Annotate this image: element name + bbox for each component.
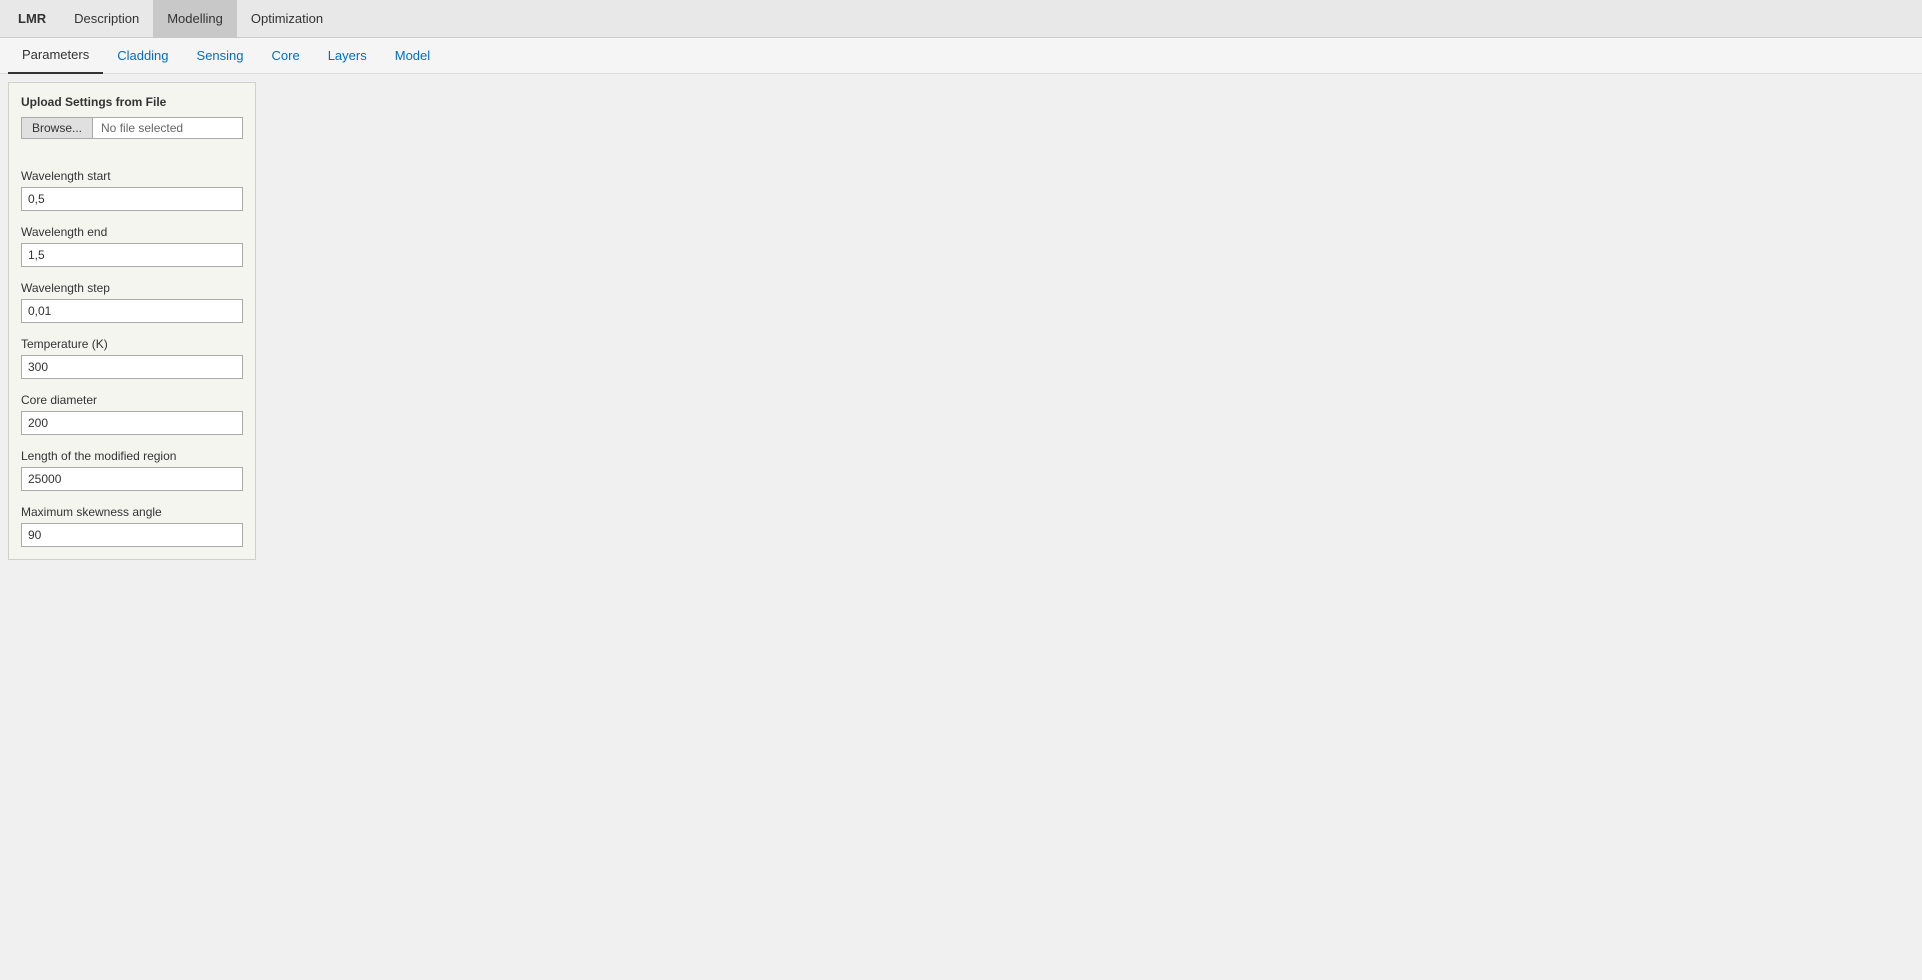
tab-cladding[interactable]: Cladding bbox=[103, 38, 182, 74]
temperature-label: Temperature (K) bbox=[21, 337, 243, 351]
browse-button[interactable]: Browse... bbox=[21, 117, 93, 139]
skewness-angle-label: Maximum skewness angle bbox=[21, 505, 243, 519]
modified-region-length-label: Length of the modified region bbox=[21, 449, 243, 463]
divider-1 bbox=[21, 143, 243, 155]
wavelength-end-label: Wavelength end bbox=[21, 225, 243, 239]
tab-model[interactable]: Model bbox=[381, 38, 444, 74]
modified-region-length-group: Length of the modified region bbox=[21, 449, 243, 491]
wavelength-start-label: Wavelength start bbox=[21, 169, 243, 183]
tab-sensing[interactable]: Sensing bbox=[183, 38, 258, 74]
tab-bar: Parameters Cladding Sensing Core Layers … bbox=[0, 38, 1922, 74]
wavelength-end-input[interactable] bbox=[21, 243, 243, 267]
nav-description[interactable]: Description bbox=[60, 0, 153, 38]
wavelength-step-input[interactable] bbox=[21, 299, 243, 323]
core-diameter-label: Core diameter bbox=[21, 393, 243, 407]
temperature-input[interactable] bbox=[21, 355, 243, 379]
modified-region-length-input[interactable] bbox=[21, 467, 243, 491]
tab-core[interactable]: Core bbox=[258, 38, 314, 74]
wavelength-start-input[interactable] bbox=[21, 187, 243, 211]
file-upload-row: Browse... No file selected bbox=[21, 117, 243, 139]
core-diameter-input[interactable] bbox=[21, 411, 243, 435]
skewness-angle-input[interactable] bbox=[21, 523, 243, 547]
tab-layers[interactable]: Layers bbox=[314, 38, 381, 74]
file-name-display: No file selected bbox=[93, 117, 243, 139]
temperature-group: Temperature (K) bbox=[21, 337, 243, 379]
wavelength-step-group: Wavelength step bbox=[21, 281, 243, 323]
main-content: Upload Settings from File Browse... No f… bbox=[0, 74, 1922, 980]
parameters-panel: Upload Settings from File Browse... No f… bbox=[8, 82, 256, 560]
core-diameter-group: Core diameter bbox=[21, 393, 243, 435]
nav-optimization[interactable]: Optimization bbox=[237, 0, 337, 38]
wavelength-step-label: Wavelength step bbox=[21, 281, 243, 295]
nav-modelling[interactable]: Modelling bbox=[153, 0, 237, 38]
wavelength-start-group: Wavelength start bbox=[21, 169, 243, 211]
wavelength-end-group: Wavelength end bbox=[21, 225, 243, 267]
app-logo: LMR bbox=[4, 3, 60, 34]
tab-parameters[interactable]: Parameters bbox=[8, 38, 103, 74]
skewness-angle-group: Maximum skewness angle bbox=[21, 505, 243, 547]
upload-section-title: Upload Settings from File bbox=[21, 95, 243, 109]
top-nav: LMR Description Modelling Optimization bbox=[0, 0, 1922, 38]
